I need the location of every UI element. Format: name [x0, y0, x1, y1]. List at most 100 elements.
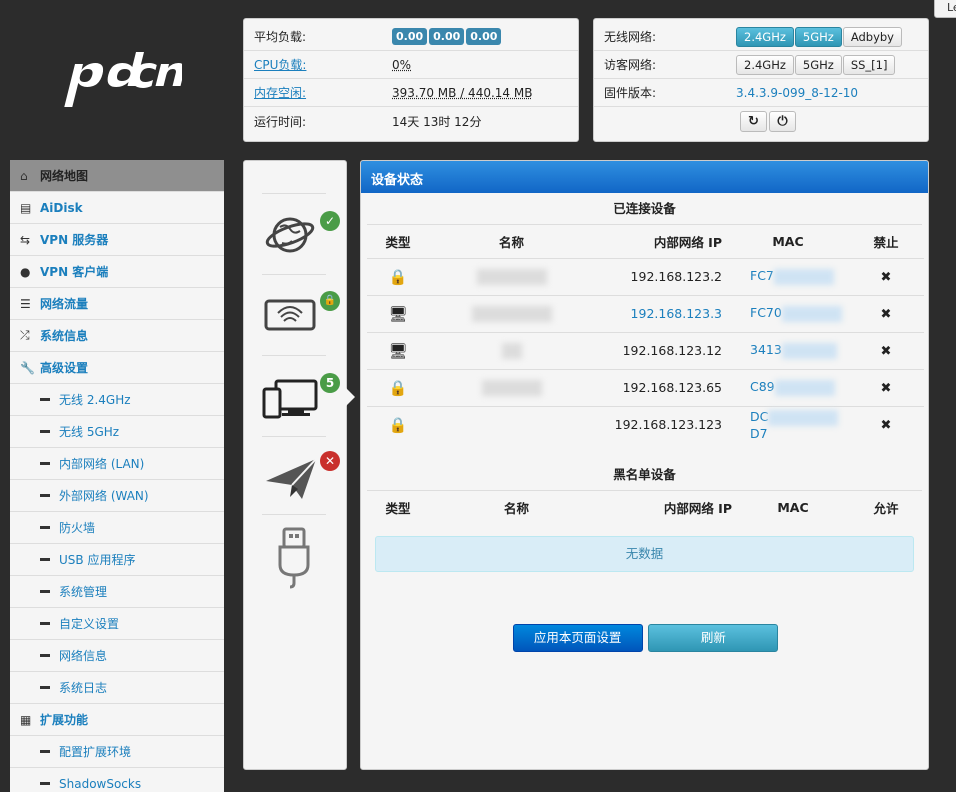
- bullet-icon: [40, 430, 50, 433]
- sidebar-item-vpn-server[interactable]: ⇆ VPN 服务器: [10, 224, 224, 256]
- block-icon[interactable]: ✖: [881, 418, 892, 433]
- sidebar-item-vpn-client[interactable]: ● VPN 客户端: [10, 256, 224, 288]
- sidebar-sub-admin[interactable]: 系统管理: [10, 576, 224, 608]
- mac-cell[interactable]: 3413: [750, 342, 782, 357]
- block-icon[interactable]: ✖: [881, 307, 892, 322]
- panel-title: 设备状态: [361, 161, 928, 193]
- adbyby-button[interactable]: Adbyby: [842, 26, 902, 47]
- sidebar-label: AiDisk: [40, 200, 83, 215]
- table-row[interactable]: 🖥 192.168.123.12 3413 ✖: [367, 331, 924, 369]
- refresh-button[interactable]: 刷新: [648, 624, 779, 652]
- mem-value: 393.70 MB / 440.14 MB: [392, 85, 533, 100]
- sidebar-item-aidisk[interactable]: ▤ AiDisk: [10, 192, 224, 224]
- wireless-info-panel: 无线网络: 2.4GHz 5GHz Adbyby 访客网络: 2.4GHz 5G…: [593, 18, 929, 142]
- sub-label: 配置扩展环境: [59, 745, 132, 759]
- cpu-row: CPU负载: 0%: [244, 51, 578, 79]
- globe-icon: [265, 217, 315, 253]
- refresh-icon[interactable]: ↻: [740, 110, 767, 132]
- ip-cell[interactable]: 192.168.123.3: [594, 294, 728, 332]
- col-name: 名称: [503, 501, 529, 516]
- firmware-link[interactable]: 3.4.3.9-099_8-12-10: [736, 86, 858, 100]
- sidebar-sub-ext-env[interactable]: 配置扩展环境: [10, 736, 224, 768]
- sidebar-sub-wireless-5g[interactable]: 无线 5GHz: [10, 416, 224, 448]
- ip-cell: 192.168.123.12: [594, 331, 728, 369]
- sidebar-label: VPN 服务器: [40, 233, 109, 247]
- ip-cell: 192.168.123.65: [594, 368, 728, 406]
- sidebar-label: 网络地图: [40, 169, 89, 183]
- sidebar-sub-custom[interactable]: 自定义设置: [10, 608, 224, 640]
- sidebar-sub-syslog[interactable]: 系统日志: [10, 672, 224, 704]
- col-type: 类型: [385, 501, 411, 516]
- redacted-name: [501, 342, 522, 359]
- wrench-icon: 🔧: [20, 360, 35, 375]
- mac-cell[interactable]: C89: [750, 379, 775, 394]
- redacted-mac: [774, 379, 835, 396]
- sidebar-item-extensions[interactable]: ▦ 扩展功能: [10, 704, 224, 736]
- home-icon: ⌂: [20, 168, 28, 183]
- sidebar: ⌂ 网络地图 ▤ AiDisk ⇆ VPN 服务器 ● VPN 客户端 ☰ 网络…: [10, 160, 224, 792]
- sidebar-item-advanced[interactable]: 🔧 高级设置: [10, 352, 224, 384]
- col-ip: 内部网络 IP: [653, 234, 722, 250]
- sidebar-sub-wan[interactable]: 外部网络 (WAN): [10, 480, 224, 512]
- mem-link[interactable]: 内存空闲:: [254, 84, 392, 101]
- bullet-icon: [40, 622, 50, 625]
- guest-2g-button[interactable]: 2.4GHz: [736, 54, 794, 75]
- table-row[interactable]: 🔒 192.168.123.2 FC7 ✖: [367, 257, 924, 295]
- table-header: 类型 名称 内部网络 IP MAC 允许: [367, 491, 924, 524]
- sub-label: USB 应用程序: [59, 553, 136, 567]
- wireless-2g-button[interactable]: 2.4GHz: [736, 26, 794, 47]
- connected-devices-table: 类型 名称 内部网络 IP MAC 禁止 🔒 192.168.123.2 FC7…: [367, 225, 924, 443]
- ss-button[interactable]: SS_[1]: [842, 54, 896, 75]
- list-icon: ☰: [20, 296, 31, 311]
- power-icon[interactable]: ⏻: [769, 110, 796, 132]
- block-icon[interactable]: ✖: [881, 270, 892, 285]
- random-icon: ⤮: [20, 328, 30, 342]
- clients-status[interactable]: 5: [262, 363, 340, 443]
- bullet-icon: [40, 462, 50, 465]
- table-header: 类型 名称 内部网络 IP MAC 禁止: [367, 225, 924, 258]
- load-label: 平均负载:: [254, 30, 307, 44]
- vpn-status[interactable]: ✕: [262, 443, 340, 523]
- sub-label: 自定义设置: [59, 617, 120, 631]
- table-row[interactable]: 🔒 192.168.123.123 DCD7 ✖: [367, 405, 924, 443]
- ip-cell: 192.168.123.123: [594, 405, 728, 443]
- selection-pointer: [346, 388, 355, 406]
- usb-status[interactable]: [262, 523, 326, 603]
- load-badge-3: 0.00: [466, 28, 502, 45]
- sidebar-item-traffic[interactable]: ☰ 网络流量: [10, 288, 224, 320]
- sub-label: 防火墙: [59, 521, 96, 535]
- apply-button[interactable]: 应用本页面设置: [512, 624, 643, 652]
- sidebar-sub-shadowsocks[interactable]: ShadowSocks: [10, 768, 224, 792]
- bullet-icon: [40, 398, 50, 401]
- col-type: 类型: [385, 234, 411, 250]
- lock-icon: 🔒: [388, 267, 408, 286]
- sidebar-sub-lan[interactable]: 内部网络 (LAN): [10, 448, 224, 480]
- mac-cell[interactable]: FC7: [750, 268, 774, 283]
- corner-tab[interactable]: Le: [934, 0, 956, 18]
- table-row[interactable]: 🖥 192.168.123.3 FC70 ✖: [367, 294, 924, 332]
- monitor-icon: 🖥: [388, 304, 408, 323]
- mac-cell[interactable]: DC: [750, 409, 768, 424]
- sidebar-item-network-map[interactable]: ⌂ 网络地图: [10, 160, 224, 192]
- cpu-link[interactable]: CPU负载:: [254, 56, 392, 73]
- connected-devices-title: 已连接设备: [367, 193, 922, 225]
- sidebar-sub-wireless-2g[interactable]: 无线 2.4GHz: [10, 384, 224, 416]
- col-allow: 允许: [873, 501, 899, 516]
- block-icon[interactable]: ✖: [881, 381, 892, 396]
- sub-label: 系统管理: [59, 585, 108, 599]
- guest-5g-button[interactable]: 5GHz: [794, 54, 842, 75]
- sidebar-sub-usb[interactable]: USB 应用程序: [10, 544, 224, 576]
- sidebar-sub-netinfo[interactable]: 网络信息: [10, 640, 224, 672]
- block-icon[interactable]: ✖: [881, 344, 892, 359]
- divider: [262, 355, 326, 356]
- table-row[interactable]: 🔒 192.168.123.65 C89 ✖: [367, 368, 924, 406]
- sidebar-sub-firewall[interactable]: 防火墙: [10, 512, 224, 544]
- router-status[interactable]: 🔒: [262, 281, 340, 361]
- internet-status[interactable]: ✓: [262, 199, 340, 279]
- sidebar-item-sysinfo[interactable]: ⤮ 系统信息: [10, 320, 224, 352]
- bullet-icon: [40, 654, 50, 657]
- error-status-icon: ✕: [320, 451, 340, 471]
- wireless-5g-button[interactable]: 5GHz: [794, 26, 842, 47]
- mac-cell[interactable]: FC70: [750, 305, 782, 320]
- mac-tail: D7: [750, 425, 768, 441]
